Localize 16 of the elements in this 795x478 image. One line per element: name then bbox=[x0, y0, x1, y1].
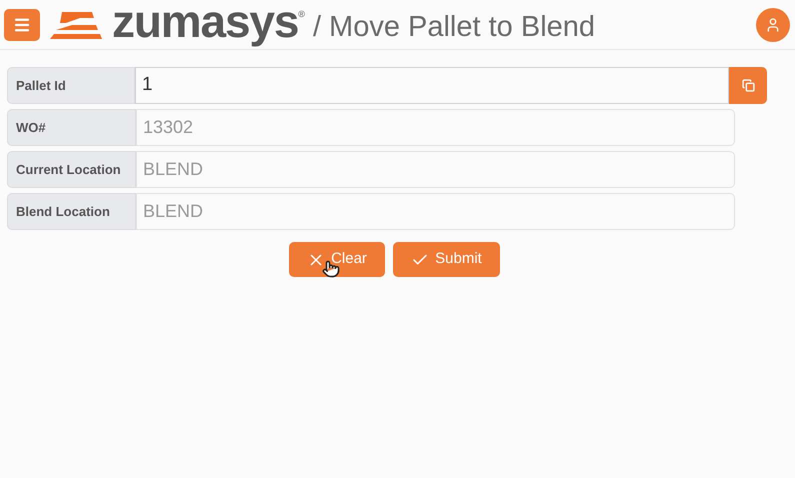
input-field[interactable]: 1 bbox=[135, 67, 730, 104]
page-title: / Move Pallet to Blend bbox=[312, 10, 596, 45]
clear-button[interactable]: Clear bbox=[289, 242, 385, 277]
field-label: WO# bbox=[7, 109, 136, 146]
copy-button[interactable] bbox=[729, 67, 767, 104]
logo-mark-icon bbox=[50, 10, 102, 40]
registered-mark: ® bbox=[298, 8, 305, 21]
user-button[interactable] bbox=[756, 8, 790, 42]
field-label: Pallet Id bbox=[7, 67, 136, 104]
menu-button[interactable] bbox=[4, 8, 40, 40]
field-label: Blend Location bbox=[7, 193, 136, 230]
field-label: Current Location bbox=[7, 151, 136, 188]
user-icon bbox=[765, 16, 781, 32]
copy-icon bbox=[742, 79, 755, 92]
submit-button[interactable]: Submit bbox=[393, 242, 500, 277]
menu-icon bbox=[13, 16, 31, 34]
